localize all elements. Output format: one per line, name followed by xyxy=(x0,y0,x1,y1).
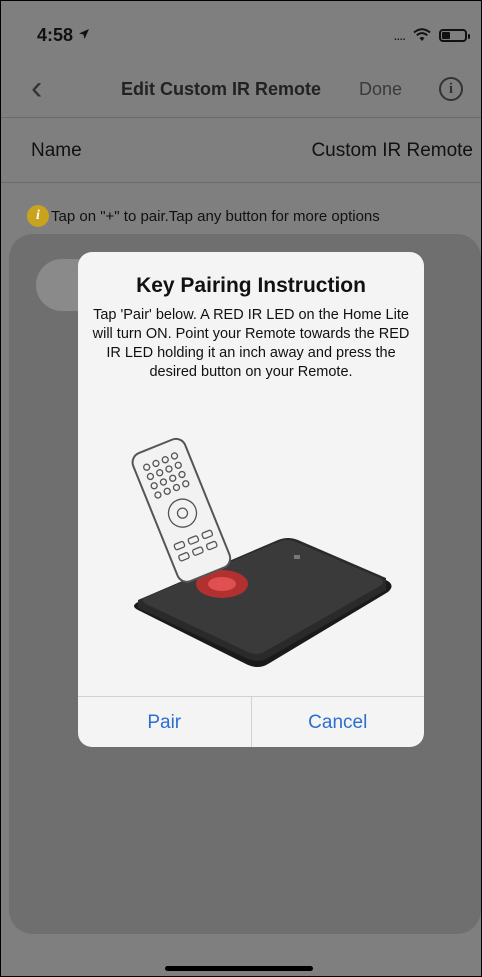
phone-screen: 4:58 .... ‹ Edit Custom IR Remote Done i… xyxy=(0,0,482,977)
name-row[interactable]: Name Custom IR Remote xyxy=(1,118,481,183)
status-bar: 4:58 .... xyxy=(1,1,481,61)
done-button[interactable]: Done xyxy=(359,79,402,100)
hint-text: Tap on "+" to pair.Tap any button for mo… xyxy=(51,207,380,225)
home-indicator[interactable] xyxy=(165,966,313,971)
cancel-button[interactable]: Cancel xyxy=(250,697,425,747)
key-pairing-dialog: Key Pairing Instruction Tap 'Pair' below… xyxy=(78,252,424,747)
chevron-left-icon[interactable]: ‹ xyxy=(31,71,42,105)
status-time: 4:58 xyxy=(37,25,90,46)
info-badge-icon: i xyxy=(27,205,49,227)
signal-indicator: .... xyxy=(393,27,406,43)
page-title: Edit Custom IR Remote xyxy=(121,79,322,99)
dialog-actions: Pair Cancel xyxy=(78,696,424,747)
pair-button[interactable]: Pair xyxy=(78,697,251,747)
ir-remote xyxy=(131,437,232,583)
dialog-title: Key Pairing Instruction xyxy=(136,274,366,297)
battery-icon xyxy=(439,28,470,42)
info-icon[interactable]: i xyxy=(439,77,463,101)
location-arrow-icon xyxy=(79,29,90,39)
navigation-bar: ‹ Edit Custom IR Remote Done i xyxy=(1,61,481,118)
dialog-message: Tap 'Pair' below. A RED IR LED on the Ho… xyxy=(92,307,410,380)
remote-and-hub-illustration xyxy=(131,437,392,667)
pairing-hint: i Tap on "+" to pair.Tap any button for … xyxy=(27,205,380,227)
name-label: Name xyxy=(31,140,82,161)
name-value: Custom IR Remote xyxy=(311,140,473,161)
wifi-icon xyxy=(413,28,431,41)
status-icons: .... xyxy=(393,25,470,45)
